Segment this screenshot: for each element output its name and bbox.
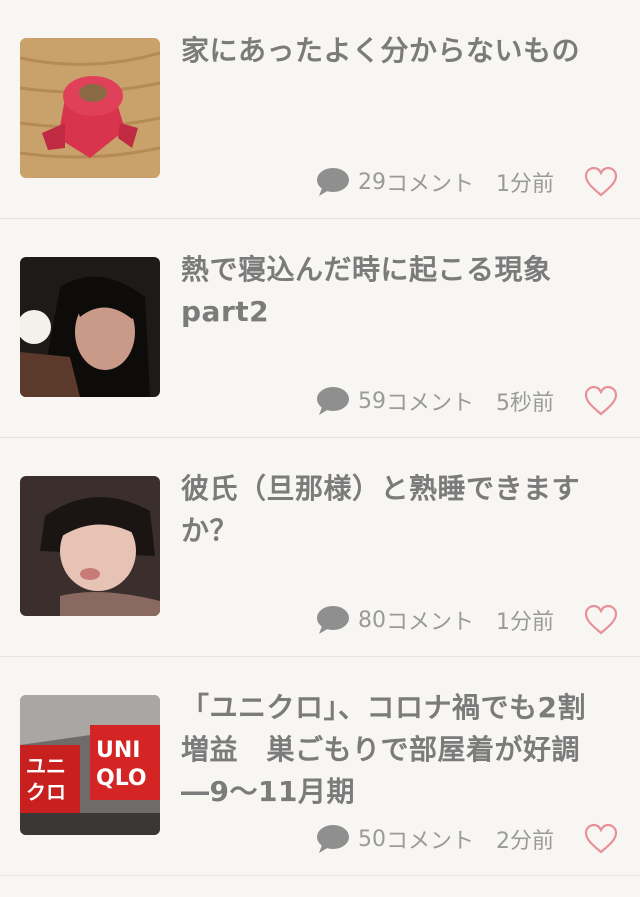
uniqlo-sign-image: ユニ クロ UNI QLO [20, 695, 160, 835]
uniqlo-left-text-2: クロ [26, 780, 66, 804]
item-meta: 59 コメント 5秒前 [316, 383, 618, 419]
item-title[interactable]: 家にあったよく分からないもの [181, 30, 611, 72]
item-title[interactable]: 「ユニクロ」、コロナ禍でも2割増益 巣ごもりで部屋着が好調―9～11月期 [181, 687, 611, 813]
item-title[interactable]: 熱で寝込んだ時に起こる現象part2 [181, 249, 611, 333]
comment-label: コメント [385, 610, 474, 635]
heart-outline-icon[interactable] [584, 166, 618, 198]
heart-outline-icon[interactable] [584, 385, 618, 417]
post-time: 5秒前 [496, 391, 554, 416]
comment-label: コメント [385, 391, 474, 416]
comment-bubble-icon [316, 606, 349, 634]
thumbnail[interactable]: ユニ クロ UNI QLO [20, 695, 160, 835]
comment-count: 50 [357, 826, 386, 852]
uniqlo-left-text: ユニ [26, 754, 66, 778]
comment-bubble-icon [316, 825, 349, 853]
sleeping-person-image [20, 476, 160, 616]
list-item[interactable]: 彼氏（旦那様）と熟睡できますか？ 80 コメント 1分前 [0, 438, 640, 657]
comment-bubble-icon [316, 387, 349, 415]
thumbnail[interactable] [20, 38, 160, 178]
list-item[interactable]: 家にあったよく分からないもの 29 コメント 1分前 [0, 0, 640, 219]
heart-outline-icon[interactable] [584, 604, 618, 636]
comment-label: コメント [385, 829, 474, 854]
post-time: 2分前 [496, 829, 554, 854]
thumbnail[interactable] [20, 257, 160, 397]
comment-label: コメント [385, 172, 474, 197]
comment-count: 80 [357, 607, 386, 633]
post-time: 1分前 [496, 610, 554, 635]
comment-bubble-icon [316, 168, 349, 196]
item-meta: 29 コメント 1分前 [316, 164, 618, 200]
heart-outline-icon[interactable] [584, 823, 618, 855]
comment-count: 59 [357, 388, 386, 414]
uniqlo-right-text: UNI [96, 738, 140, 763]
post-time: 1分前 [496, 172, 554, 197]
uniqlo-right-text-2: QLO [96, 766, 147, 791]
thumbnail[interactable] [20, 476, 160, 616]
topic-list: 家にあったよく分からないもの 29 コメント 1分前 熱で寝込んだ時に起こる現象… [0, 0, 640, 876]
red-nut-image [20, 38, 160, 178]
item-meta: 50 コメント 2分前 [316, 821, 618, 857]
list-item[interactable]: ユニ クロ UNI QLO 「ユニクロ」、コロナ禍でも2割増益 巣ごもりで部屋着… [0, 657, 640, 876]
item-meta: 80 コメント 1分前 [316, 602, 618, 638]
sleeping-person-image [20, 257, 160, 397]
list-item[interactable]: 熱で寝込んだ時に起こる現象part2 59 コメント 5秒前 [0, 219, 640, 438]
item-title[interactable]: 彼氏（旦那様）と熟睡できますか？ [181, 468, 611, 552]
comment-count: 29 [357, 169, 386, 195]
